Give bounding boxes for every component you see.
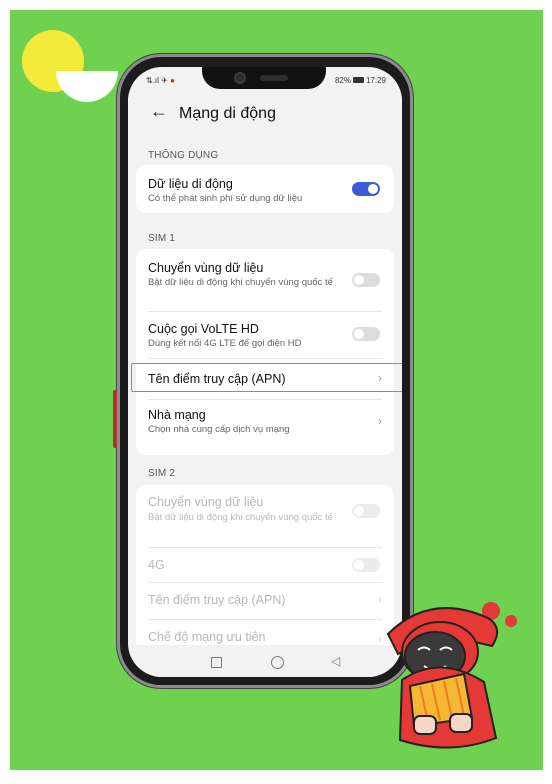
sim1-roaming-title: Chuyển vùng dữ liệu [148,261,264,275]
card-sim2: Chuyển vùng dữ liệu Bật dữ liệu di động … [136,485,394,645]
mobile-data-title: Dữ liệu di động [148,177,233,191]
mobile-data-toggle[interactable] [352,182,380,196]
sim1-carrier-row[interactable]: Nhà mạng Chọn nhà cung cấp dịch vụ mạng … [136,400,394,455]
record-icon: ● [170,76,175,85]
section-label-common: THÔNG DỤNG [148,150,219,161]
card-common: Dữ liệu di động Có thể phát sinh phí sử … [136,165,394,213]
apn-highlight-box [131,363,402,392]
sim1-roaming-toggle[interactable] [352,273,380,287]
signal-icon: ⇅.ıl ✈ [146,76,168,85]
sim1-volte-subtitle: Dùng kết nối 4G LTE để gọi điện HD [148,338,302,349]
mobile-data-subtitle: Có thể phát sinh phí sử dụng dữ liệu [148,193,303,204]
clock: 17:29 [365,76,386,85]
sim1-volte-title: Cuộc gọi VoLTE HD [148,322,259,336]
sim2-4g-title: 4G [148,558,165,572]
battery-icon [352,77,364,83]
sim1-carrier-subtitle: Chọn nhà cung cấp dịch vụ mạng [148,424,290,435]
sim2-roaming-subtitle: Bật dữ liệu di động khi chuyển vùng quốc… [148,512,333,523]
sim2-roaming-toggle[interactable] [352,504,380,518]
section-label-sim1: SIM 1 [148,233,176,244]
sim1-volte-row[interactable]: Cuộc gọi VoLTE HD Dùng kết nối 4G LTE để… [136,312,394,358]
mobile-data-row[interactable]: Dữ liệu di động Có thể phát sinh phí sử … [136,165,394,213]
sim2-preferred-row[interactable]: Chế độ mạng ưu tiên › [136,620,394,645]
sim2-apn-row[interactable]: Tên điểm truy cập (APN) › [136,583,394,619]
sim2-roaming-row[interactable]: Chuyển vùng dữ liệu Bật dữ liệu di động … [136,485,394,547]
page-title: Mạng di động [179,105,276,122]
sim2-apn-title: Tên điểm truy cập (APN) [148,593,286,607]
front-camera-icon [234,72,246,84]
camera-notch [202,67,326,89]
sim2-4g-toggle[interactable] [352,558,380,572]
system-nav-bar: ◁ [128,649,402,677]
card-sim1: Chuyển vùng dữ liệu Bật dữ liệu di động … [136,249,394,455]
chevron-right-icon: › [378,414,382,428]
sim1-carrier-title: Nhà mạng [148,408,206,422]
section-label-sim2: SIM 2 [148,468,176,479]
sim1-roaming-row[interactable]: Chuyển vùng dữ liệu Bật dữ liệu di động … [136,249,394,311]
home-circle-icon[interactable] [271,656,284,669]
sim2-roaming-title: Chuyển vùng dữ liệu [148,495,264,509]
arrow-left-icon[interactable]: ← [150,101,168,122]
earpiece-speaker [260,75,288,81]
sim1-volte-toggle[interactable] [352,327,380,341]
app-header: ← Mạng di động [128,93,402,135]
back-triangle-icon[interactable]: ◁ [331,654,340,668]
recents-square-icon[interactable] [211,657,222,668]
phone-screen: ⇅.ıl ✈ ● 82% 17:29 ← Mạng di động THÔNG D… [128,67,402,677]
sim1-roaming-subtitle: Bật dữ liệu di động khi chuyển vùng quốc… [148,277,333,288]
god-of-wealth-mascot-icon [386,602,517,749]
battery-percent: 82% [334,76,351,85]
phone-side-button [113,390,117,448]
settings-list[interactable]: THÔNG DỤNG Dữ liệu di động Có thể phát s… [128,135,402,645]
sim2-preferred-title: Chế độ mạng ưu tiên [148,630,266,644]
sim2-4g-row[interactable]: 4G [136,548,394,582]
